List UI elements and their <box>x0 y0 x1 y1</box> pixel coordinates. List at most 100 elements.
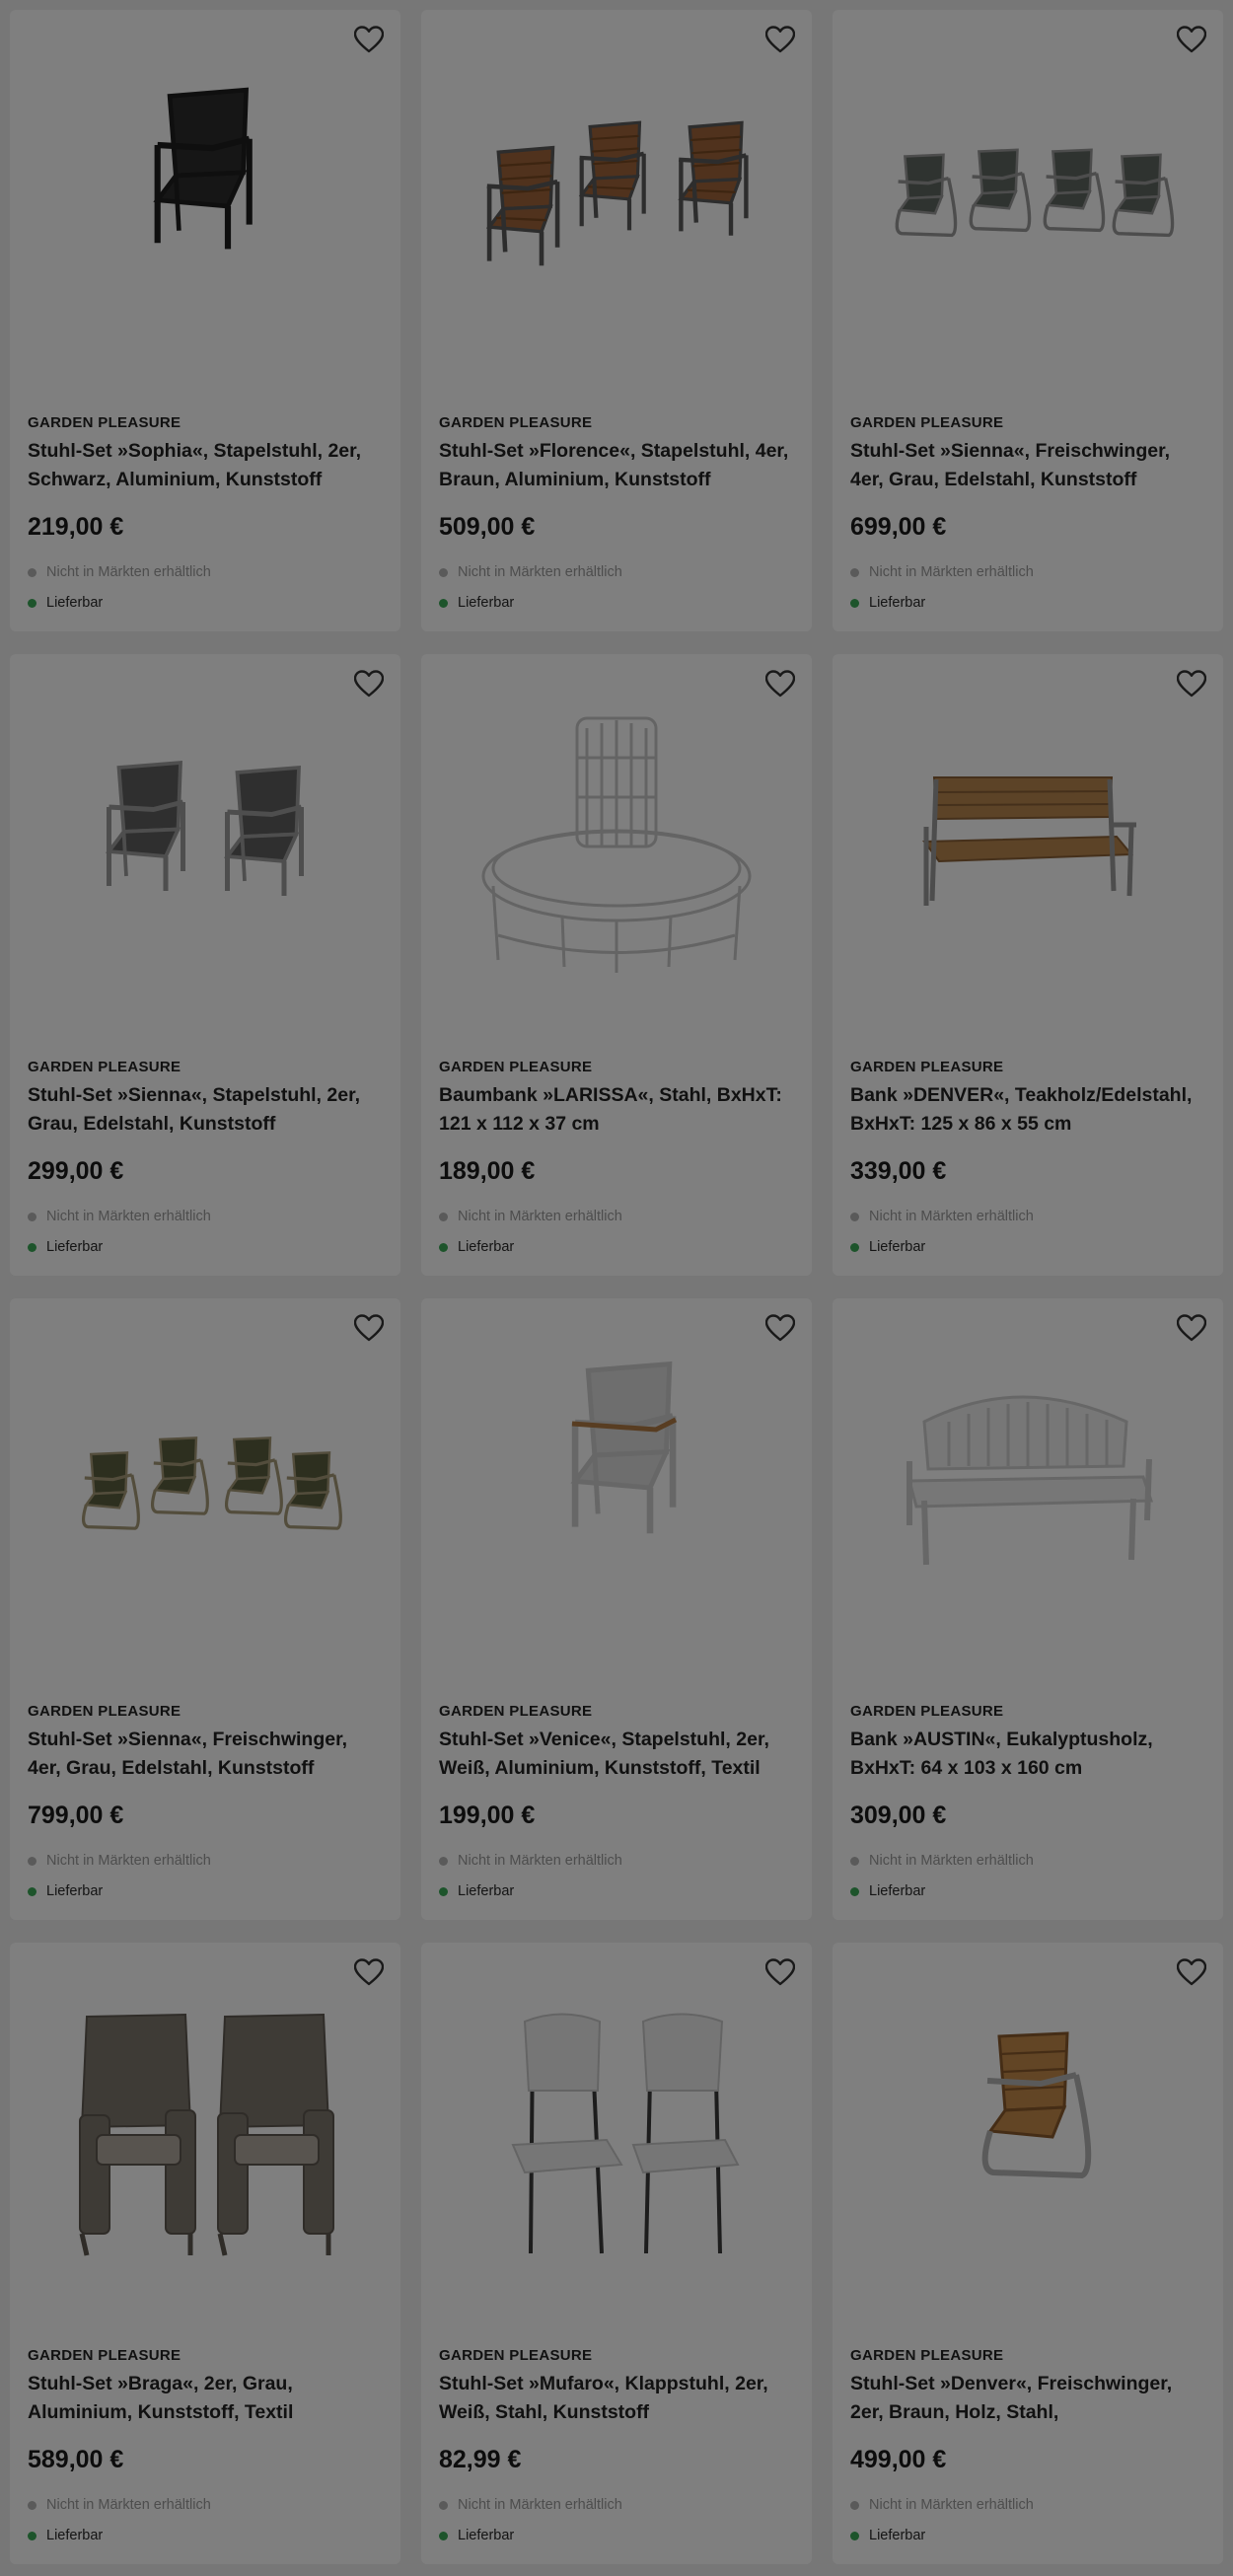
product-title[interactable]: Stuhl-Set »Sienna«, Stapelstuhl, 2er, Gr… <box>28 1081 383 1139</box>
status-dot <box>850 567 859 577</box>
product-brand: GARDEN PLEASURE <box>439 2347 593 2364</box>
delivery-status-text: Lieferbar <box>458 2528 515 2543</box>
product-price: 189,00 € <box>439 1157 536 1185</box>
store-status-text: Nicht in Märkten erhältlich <box>46 1209 211 1224</box>
status-dot <box>850 2500 859 2510</box>
product-card[interactable]: GARDEN PLEASURE Stuhl-Set »Mufaro«, Klap… <box>421 1943 812 2564</box>
teak-bench-icon[interactable] <box>833 694 1223 990</box>
product-price: 699,00 € <box>850 513 947 541</box>
chairs-two-grey-icon[interactable] <box>10 694 400 990</box>
store-status-text: Nicht in Märkten erhältlich <box>458 1853 622 1869</box>
chair-single-white-icon[interactable] <box>421 1338 812 1634</box>
status-dot <box>28 2500 36 2510</box>
delivery-status-text: Lieferbar <box>869 595 926 611</box>
product-card[interactable]: GARDEN PLEASURE Baumbank »LARISSA«, Stah… <box>421 654 812 1276</box>
product-card[interactable]: GARDEN PLEASURE Stuhl-Set »Sophia«, Stap… <box>10 10 400 631</box>
product-title[interactable]: Stuhl-Set »Mufaro«, Klappstuhl, 2er, Wei… <box>439 2370 794 2427</box>
status-dot <box>439 2531 448 2540</box>
product-card[interactable]: GARDEN PLEASURE Stuhl-Set »Denver«, Frei… <box>833 1943 1223 2564</box>
wicker-armchairs-icon[interactable] <box>10 1982 400 2278</box>
delivery-status-text: Lieferbar <box>458 1239 515 1255</box>
delivery-status-text: Lieferbar <box>869 2528 926 2543</box>
status-dot <box>439 567 448 577</box>
product-price: 219,00 € <box>28 513 124 541</box>
product-title[interactable]: Stuhl-Set »Venice«, Stapelstuhl, 2er, We… <box>439 1726 794 1783</box>
product-title[interactable]: Stuhl-Set »Sophia«, Stapelstuhl, 2er, Sc… <box>28 437 383 494</box>
product-title[interactable]: Baumbank »LARISSA«, Stahl, BxHxT: 121 x … <box>439 1081 794 1139</box>
chairs-four-olive-icon[interactable] <box>10 1338 400 1634</box>
product-brand: GARDEN PLEASURE <box>850 414 1004 431</box>
product-title[interactable]: Stuhl-Set »Sienna«, Freischwinger, 4er, … <box>28 1726 383 1783</box>
product-title[interactable]: Stuhl-Set »Denver«, Freischwinger, 2er, … <box>850 2370 1205 2427</box>
status-dot <box>28 1212 36 1221</box>
store-availability: Nicht in Märkten erhältlich <box>439 1853 622 1869</box>
status-dot <box>850 1856 859 1866</box>
product-title[interactable]: Stuhl-Set »Braga«, 2er, Grau, Aluminium,… <box>28 2370 383 2427</box>
product-card[interactable]: GARDEN PLEASURE Bank »AUSTIN«, Eukalyptu… <box>833 1298 1223 1920</box>
product-card[interactable]: GARDEN PLEASURE Bank »DENVER«, Teakholz/… <box>833 654 1223 1276</box>
store-status-text: Nicht in Märkten erhältlich <box>458 1209 622 1224</box>
delivery-status-text: Lieferbar <box>458 595 515 611</box>
product-brand: GARDEN PLEASURE <box>850 1703 1004 1720</box>
chairs-four-grey-icon[interactable] <box>833 49 1223 345</box>
product-title[interactable]: Stuhl-Set »Florence«, Stapelstuhl, 4er, … <box>439 437 794 494</box>
product-card[interactable]: GARDEN PLEASURE Stuhl-Set »Sienna«, Stap… <box>10 654 400 1276</box>
product-card[interactable]: GARDEN PLEASURE Stuhl-Set »Sienna«, Frei… <box>10 1298 400 1920</box>
status-dot <box>850 2531 859 2540</box>
delivery-availability: Lieferbar <box>28 1239 103 1255</box>
store-availability: Nicht in Märkten erhältlich <box>850 2497 1034 2513</box>
delivery-availability: Lieferbar <box>850 2528 925 2543</box>
status-dot <box>850 1242 859 1252</box>
delivery-availability: Lieferbar <box>439 595 514 611</box>
chair-single-black-icon[interactable] <box>10 49 400 345</box>
store-status-text: Nicht in Märkten erhältlich <box>869 1209 1034 1224</box>
product-card[interactable]: GARDEN PLEASURE Stuhl-Set »Venice«, Stap… <box>421 1298 812 1920</box>
delivery-status-text: Lieferbar <box>46 595 104 611</box>
product-price: 309,00 € <box>850 1802 947 1829</box>
product-price: 509,00 € <box>439 513 536 541</box>
product-brand: GARDEN PLEASURE <box>439 414 593 431</box>
product-title[interactable]: Bank »DENVER«, Teakholz/Edelstahl, BxHxT… <box>850 1081 1205 1139</box>
product-title[interactable]: Stuhl-Set »Sienna«, Freischwinger, 4er, … <box>850 437 1205 494</box>
store-status-text: Nicht in Märkten erhältlich <box>869 1853 1034 1869</box>
delivery-status-text: Lieferbar <box>46 1883 104 1899</box>
chairs-three-brown-icon[interactable] <box>421 49 812 345</box>
status-dot <box>439 1856 448 1866</box>
status-dot <box>850 598 859 608</box>
delivery-availability: Lieferbar <box>28 595 103 611</box>
cantilever-wood-chair-icon[interactable] <box>833 1982 1223 2278</box>
product-brand: GARDEN PLEASURE <box>28 1703 181 1720</box>
product-price: 82,99 € <box>439 2446 522 2473</box>
delivery-availability: Lieferbar <box>850 1239 925 1255</box>
store-availability: Nicht in Märkten erhältlich <box>850 564 1034 580</box>
product-title[interactable]: Bank »AUSTIN«, Eukalyptusholz, BxHxT: 64… <box>850 1726 1205 1783</box>
status-dot <box>439 1886 448 1896</box>
store-availability: Nicht in Märkten erhältlich <box>850 1853 1034 1869</box>
delivery-status-text: Lieferbar <box>869 1883 926 1899</box>
status-dot <box>28 598 36 608</box>
product-card[interactable]: GARDEN PLEASURE Stuhl-Set »Braga«, 2er, … <box>10 1943 400 2564</box>
product-brand: GARDEN PLEASURE <box>850 2347 1004 2364</box>
product-brand: GARDEN PLEASURE <box>439 1703 593 1720</box>
delivery-availability: Lieferbar <box>28 2528 103 2543</box>
tree-bench-icon[interactable] <box>421 694 812 990</box>
product-price: 499,00 € <box>850 2446 947 2473</box>
status-dot <box>28 567 36 577</box>
status-dot <box>439 1242 448 1252</box>
white-bench-icon[interactable] <box>833 1338 1223 1634</box>
status-dot <box>28 2531 36 2540</box>
status-dot <box>439 598 448 608</box>
product-price: 199,00 € <box>439 1802 536 1829</box>
store-status-text: Nicht in Märkten erhältlich <box>46 1853 211 1869</box>
product-card[interactable]: GARDEN PLEASURE Stuhl-Set »Florence«, St… <box>421 10 812 631</box>
folding-chairs-icon[interactable] <box>421 1982 812 2278</box>
store-availability: Nicht in Märkten erhältlich <box>439 1209 622 1224</box>
product-grid: GARDEN PLEASURE Stuhl-Set »Sophia«, Stap… <box>10 10 1223 2564</box>
store-availability: Nicht in Märkten erhältlich <box>439 564 622 580</box>
status-dot <box>28 1242 36 1252</box>
product-card[interactable]: GARDEN PLEASURE Stuhl-Set »Sienna«, Frei… <box>833 10 1223 631</box>
product-brand: GARDEN PLEASURE <box>28 2347 181 2364</box>
delivery-status-text: Lieferbar <box>869 1239 926 1255</box>
product-price: 299,00 € <box>28 1157 124 1185</box>
delivery-availability: Lieferbar <box>850 1883 925 1899</box>
